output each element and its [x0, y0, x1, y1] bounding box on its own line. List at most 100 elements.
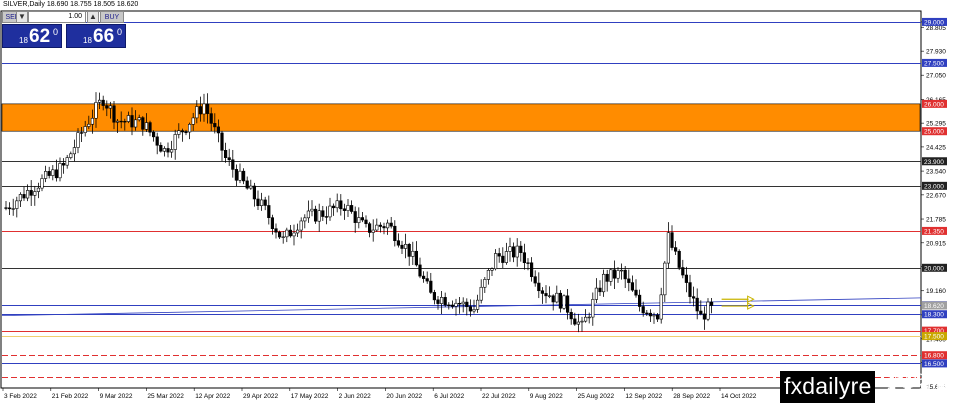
one-click-trading-panel: SELL ▼ 1.00 ▲ BUY 18 62 0 18 66 0 — [2, 11, 126, 48]
sell-price-box[interactable]: 18 62 0 — [2, 24, 62, 48]
candle-body — [43, 171, 48, 179]
candle — [562, 294, 566, 310]
x-tick-label: 3 Feb 2022 — [4, 393, 37, 400]
candle-body — [303, 217, 307, 222]
candle-body — [36, 187, 40, 192]
candle-body — [619, 269, 624, 272]
candle-body — [673, 247, 678, 252]
candle-body — [152, 131, 156, 138]
x-tick-label: 12 Apr 2022 — [195, 393, 230, 400]
x-tick-label: 12 Sep 2022 — [625, 393, 662, 400]
candle-body — [51, 169, 55, 176]
candle-body — [533, 276, 537, 284]
candle-body — [346, 205, 350, 211]
candle-body — [594, 287, 598, 300]
candle-body — [544, 293, 548, 297]
candle-body — [238, 170, 242, 181]
candle-body — [360, 217, 365, 221]
candle-body — [425, 278, 429, 282]
candle-body — [331, 205, 336, 209]
candle-body — [252, 185, 257, 200]
price-level-label: 18.300 — [924, 312, 944, 319]
candle-body — [130, 115, 134, 128]
candle-body — [630, 282, 634, 291]
buy-price-box[interactable]: 18 66 0 — [66, 24, 126, 48]
candle-body — [134, 119, 138, 128]
candle-body — [623, 269, 627, 280]
candle-body — [209, 113, 213, 124]
sell-price-pip: 0 — [53, 27, 59, 37]
candle-body — [706, 301, 710, 320]
candle-body — [468, 306, 473, 312]
candle-body — [108, 105, 112, 109]
candle-body — [598, 287, 602, 293]
candle-body — [98, 99, 102, 103]
candle-body — [40, 178, 44, 189]
candle-body — [418, 264, 422, 277]
candle-body — [634, 289, 638, 296]
candle-body — [695, 297, 699, 312]
lot-decrease-button[interactable]: ▼ — [16, 11, 28, 23]
candle-body — [515, 245, 519, 258]
buy-button[interactable]: BUY — [100, 11, 124, 23]
candle-body — [475, 299, 480, 310]
candle-body — [22, 194, 26, 199]
candle-body — [270, 217, 275, 229]
y-tick-label: 19.160 — [926, 288, 946, 295]
candle-body — [349, 205, 354, 212]
symbol-title: SILVER,Daily 18.690 18.755 18.505 18.620 — [3, 1, 139, 8]
candle-body — [364, 219, 368, 225]
watermark-sino-sound-logo: SINO SOUND 漢 聲 集 團 — [886, 372, 952, 402]
candle-body — [15, 200, 19, 209]
y-tick-label: 27.930 — [926, 49, 946, 56]
candle-body — [263, 199, 267, 206]
candle-body — [231, 159, 235, 170]
candle-body — [648, 312, 652, 317]
candle-body — [285, 229, 289, 238]
candle-body — [242, 170, 246, 182]
candle-body — [573, 318, 577, 325]
x-tick-label: 22 Jul 2022 — [482, 393, 516, 400]
price-level-label: 21.350 — [924, 228, 944, 235]
candle-body — [472, 309, 476, 312]
candle-body — [454, 302, 458, 307]
candle-body — [580, 320, 584, 323]
candle-body — [411, 250, 415, 257]
candle-body — [490, 268, 494, 271]
watermark-fxdailyreport: fxdailyre — [780, 371, 876, 403]
candle-body — [259, 199, 264, 206]
candle-body — [277, 231, 282, 238]
candle-body — [299, 220, 303, 231]
candle-body — [529, 262, 534, 277]
candle-body — [378, 224, 383, 227]
candle-body — [33, 191, 37, 196]
candle-body — [519, 245, 523, 253]
candle-body — [357, 217, 361, 223]
candle-body — [562, 295, 566, 309]
candle-body — [224, 150, 228, 158]
lot-increase-button[interactable]: ▲ — [87, 11, 99, 23]
candle-body — [461, 301, 465, 305]
candle-body — [184, 131, 188, 134]
candle-body — [335, 200, 339, 209]
candle-body — [616, 270, 620, 279]
x-axis: 3 Feb 2022 21 Feb 2022 9 Mar 2022 25 Mar 20… — [2, 388, 757, 400]
candle-body — [501, 255, 505, 263]
lot-size-input[interactable]: 1.00 — [28, 11, 86, 23]
buy-price-main: 66 — [93, 26, 115, 47]
candle-body — [504, 251, 509, 263]
candle-body — [112, 105, 116, 123]
candle-body — [65, 157, 69, 166]
candle-body — [324, 216, 329, 218]
buy-price-prefix: 18 — [83, 36, 92, 45]
candle-body — [569, 312, 573, 320]
candle-body — [627, 278, 631, 283]
candle-body — [666, 232, 670, 264]
candle-body — [605, 273, 609, 282]
x-tick-label: 29 Apr 2022 — [243, 393, 278, 400]
candle-body — [587, 316, 591, 319]
y-tick-label: 27.050 — [926, 73, 946, 80]
candle-body — [576, 321, 580, 325]
candle-body — [508, 246, 512, 252]
candle-body — [87, 123, 91, 127]
